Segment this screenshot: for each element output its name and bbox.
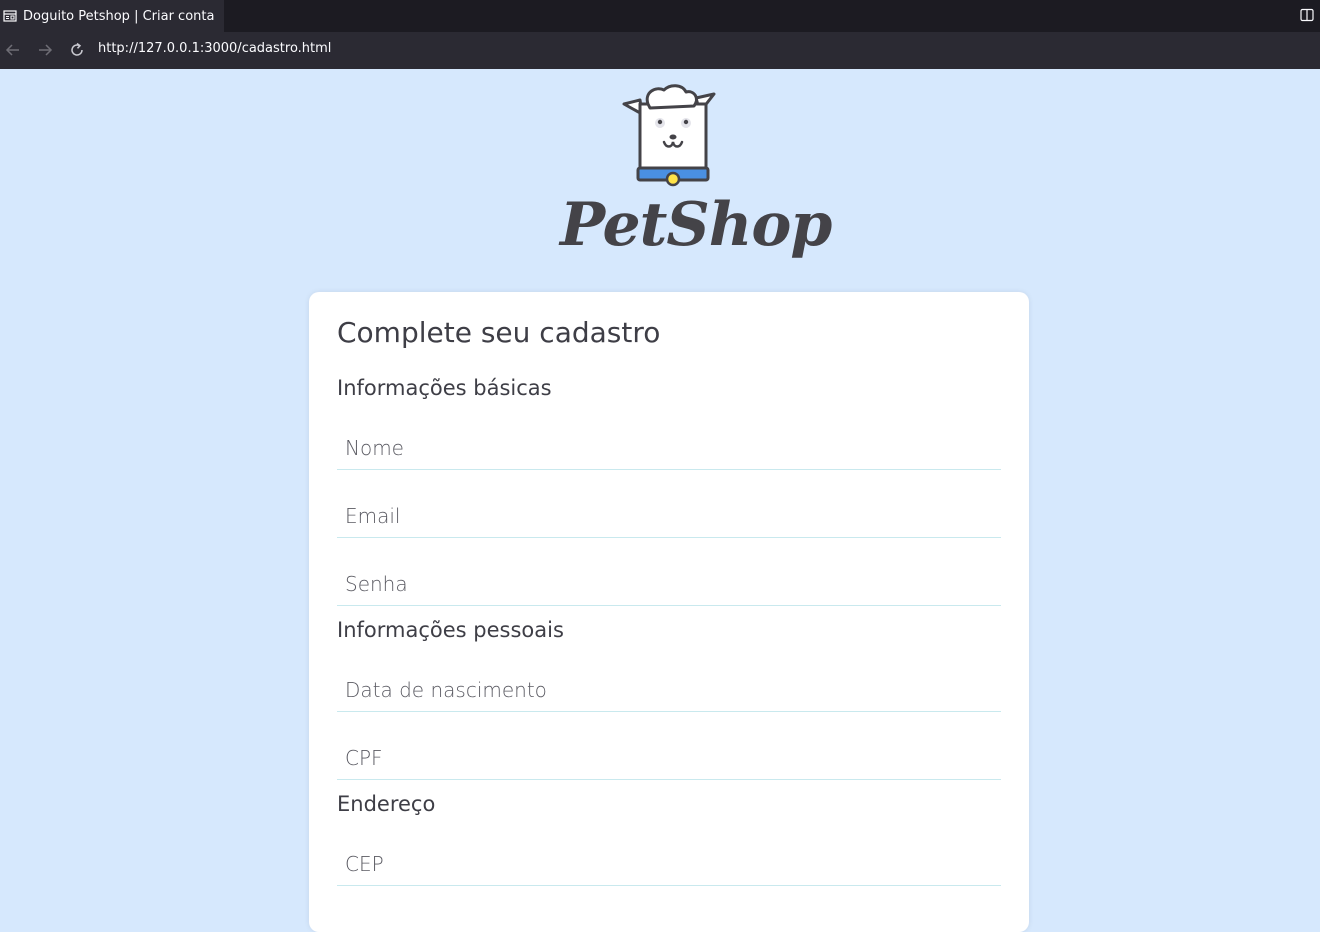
tab-title: Doguito Petshop | Criar conta bbox=[23, 8, 215, 24]
address-bar[interactable]: http://127.0.0.1:3000/cadastro.html bbox=[98, 41, 331, 56]
name-field[interactable] bbox=[337, 426, 1001, 470]
birthdate-field[interactable] bbox=[337, 668, 1001, 712]
signup-card: Complete seu cadastro Informações básica… bbox=[309, 292, 1029, 932]
section-title-address: Endereço bbox=[337, 792, 436, 816]
section-title-basic: Informações básicas bbox=[337, 376, 552, 400]
email-field[interactable] bbox=[337, 494, 1001, 538]
reload-icon[interactable] bbox=[68, 41, 86, 59]
password-field[interactable] bbox=[337, 562, 1001, 606]
dog-chef-icon bbox=[622, 84, 716, 187]
cep-field[interactable] bbox=[337, 842, 1001, 886]
browser-nav-bar: http://127.0.0.1:3000/cadastro.html bbox=[0, 32, 1320, 69]
browser-tab-bar: Doguito Petshop | Criar conta bbox=[0, 0, 1320, 32]
sidebar-toggle-icon[interactable] bbox=[1300, 8, 1314, 22]
browser-tab[interactable]: Doguito Petshop | Criar conta bbox=[0, 0, 224, 32]
back-arrow-icon[interactable] bbox=[4, 41, 22, 59]
page-title: Complete seu cadastro bbox=[337, 316, 661, 349]
forward-arrow-icon[interactable] bbox=[36, 41, 54, 59]
section-title-personal: Informações pessoais bbox=[337, 618, 564, 642]
logo: PetShop bbox=[560, 82, 832, 287]
cpf-field[interactable] bbox=[337, 736, 1001, 780]
logo-text: PetShop bbox=[560, 190, 832, 260]
page-icon bbox=[3, 10, 17, 22]
